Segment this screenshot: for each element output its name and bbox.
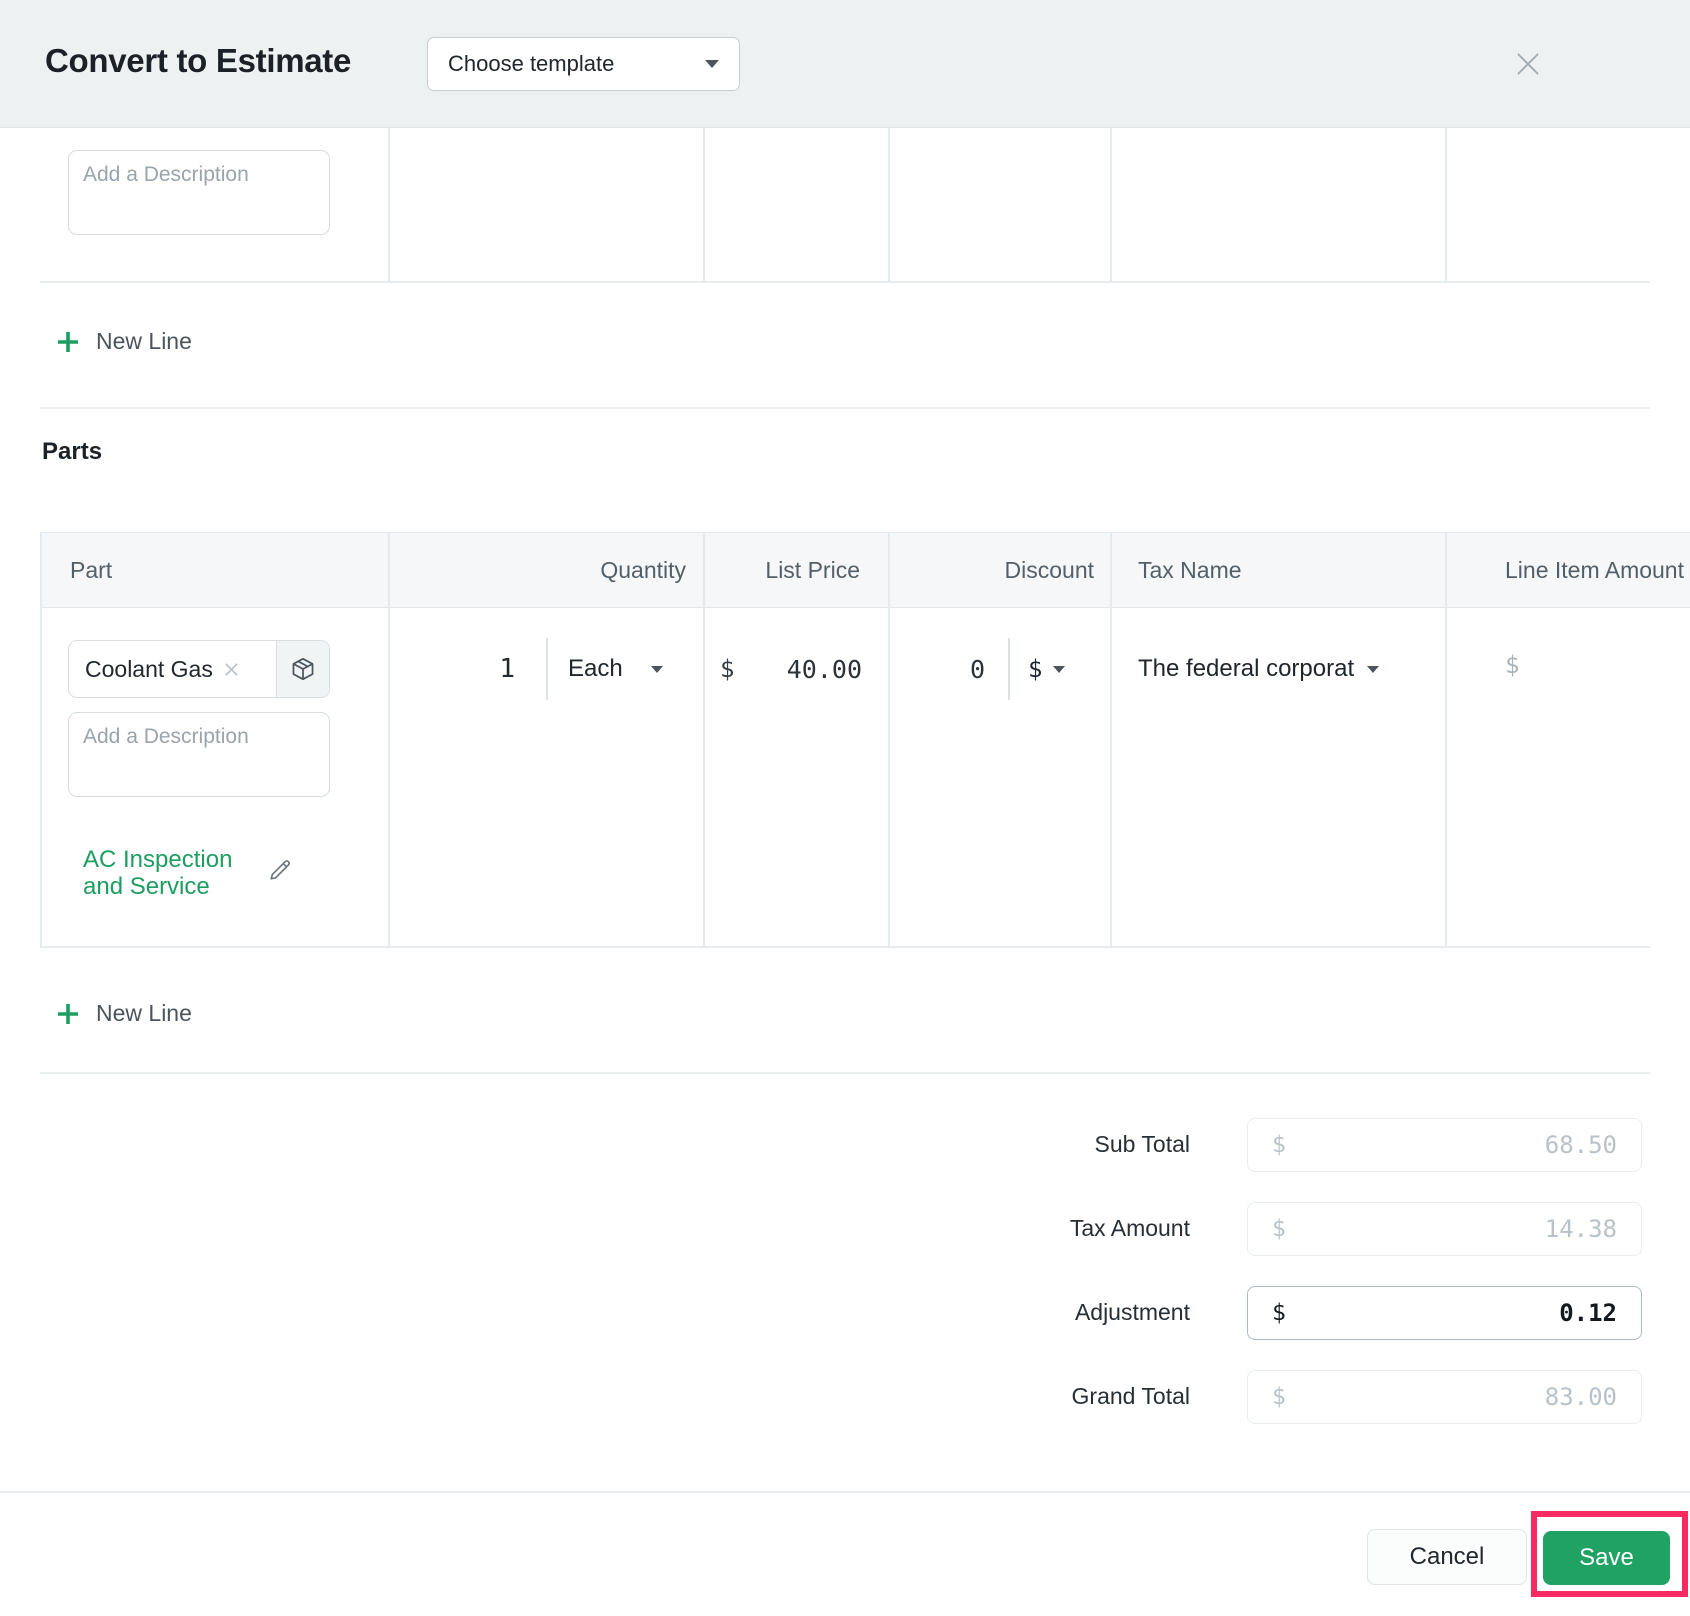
chevron-down-icon	[650, 665, 663, 673]
tax-amount-value: 14.38	[1544, 1215, 1617, 1243]
row-divider	[40, 281, 1650, 283]
cell-separator	[1008, 638, 1010, 700]
column-divider	[888, 532, 890, 948]
unit-label: Each	[568, 655, 623, 682]
footer-divider	[0, 1491, 1690, 1493]
adjustment-input[interactable]: $ 0.12	[1247, 1286, 1642, 1340]
sub-total-label: Sub Total	[1094, 1131, 1190, 1157]
service-description-textarea[interactable]	[68, 150, 330, 235]
column-divider	[703, 128, 705, 282]
column-divider	[888, 128, 890, 282]
chevron-down-icon	[705, 60, 719, 68]
chip-remove-icon[interactable]	[222, 660, 241, 679]
tax-name-dropdown[interactable]: The federal corporat	[1138, 640, 1380, 698]
tax-amount-field: $ 14.38	[1247, 1202, 1642, 1256]
linked-service-link[interactable]: AC Inspection and Service	[83, 846, 278, 900]
new-line-label: New Line	[96, 328, 192, 354]
quantity-input[interactable]: 1	[388, 640, 515, 698]
section-divider	[40, 1072, 1650, 1074]
column-header-part: Part	[70, 556, 113, 583]
package-icon[interactable]	[276, 641, 329, 697]
column-divider	[703, 532, 705, 948]
column-divider	[1445, 532, 1447, 948]
new-line-label: New Line	[96, 1000, 192, 1026]
parts-new-line-button[interactable]: New Line	[55, 1000, 192, 1027]
dialog-header: Convert to Estimate Choose template	[0, 0, 1690, 128]
section-divider	[40, 407, 1650, 409]
save-button[interactable]: Save	[1543, 1531, 1670, 1585]
column-header-quantity: Quantity	[600, 556, 686, 583]
line-item-amount-currency: $	[1505, 651, 1520, 679]
sub-total-field: $ 68.50	[1247, 1118, 1642, 1172]
column-header-list-price: List Price	[765, 556, 860, 583]
currency-symbol: $	[1272, 1132, 1286, 1158]
plus-icon	[58, 1003, 78, 1024]
chevron-down-icon	[1367, 665, 1380, 673]
discount-unit-label: $	[1028, 655, 1043, 683]
column-header-discount: Discount	[1004, 556, 1094, 583]
parts-section-heading: Parts	[42, 438, 103, 465]
column-divider	[388, 128, 390, 282]
table-left-border	[40, 532, 42, 948]
part-chip-label: Coolant Gas	[85, 655, 213, 682]
convert-to-estimate-dialog: Convert to Estimate Choose template New …	[0, 0, 1690, 1616]
column-divider	[388, 532, 390, 948]
grand-total-value: 83.00	[1544, 1383, 1617, 1411]
part-selector-chip[interactable]: Coolant Gas	[68, 640, 330, 698]
cell-separator	[546, 638, 548, 700]
close-icon[interactable]	[1508, 44, 1548, 84]
chevron-down-icon	[1053, 665, 1066, 673]
row-divider	[40, 946, 1650, 948]
choose-template-dropdown[interactable]: Choose template	[427, 37, 740, 91]
discount-input[interactable]: 0	[888, 640, 985, 698]
part-description-textarea[interactable]	[68, 712, 330, 797]
sub-total-value: 68.50	[1544, 1131, 1617, 1159]
column-divider	[1110, 128, 1112, 282]
grand-total-label: Grand Total	[1071, 1383, 1190, 1409]
tax-name-label: The federal corporat	[1138, 655, 1355, 682]
cancel-button[interactable]: Cancel	[1367, 1529, 1527, 1585]
adjustment-label: Adjustment	[1074, 1299, 1190, 1325]
plus-icon	[58, 331, 78, 352]
column-divider	[1110, 532, 1112, 948]
column-divider	[1445, 128, 1447, 282]
list-price-input[interactable]: 40.00	[703, 640, 862, 698]
tax-amount-label: Tax Amount	[1069, 1215, 1190, 1241]
services-new-line-button[interactable]: New Line	[55, 328, 192, 355]
currency-symbol: $	[1272, 1300, 1286, 1326]
choose-template-label: Choose template	[448, 51, 615, 76]
edit-icon[interactable]	[266, 856, 294, 889]
currency-symbol: $	[1272, 1216, 1286, 1242]
discount-unit-dropdown[interactable]: $	[1028, 640, 1066, 698]
grand-total-field: $ 83.00	[1247, 1370, 1642, 1424]
column-header-tax-name: Tax Name	[1138, 556, 1242, 583]
column-header-line-item-amount: Line Item Amount	[1505, 556, 1684, 583]
currency-symbol: $	[1272, 1384, 1286, 1410]
page-title: Convert to Estimate	[45, 42, 352, 79]
unit-dropdown[interactable]: Each	[568, 640, 663, 698]
adjustment-value: 0.12	[1559, 1299, 1617, 1327]
